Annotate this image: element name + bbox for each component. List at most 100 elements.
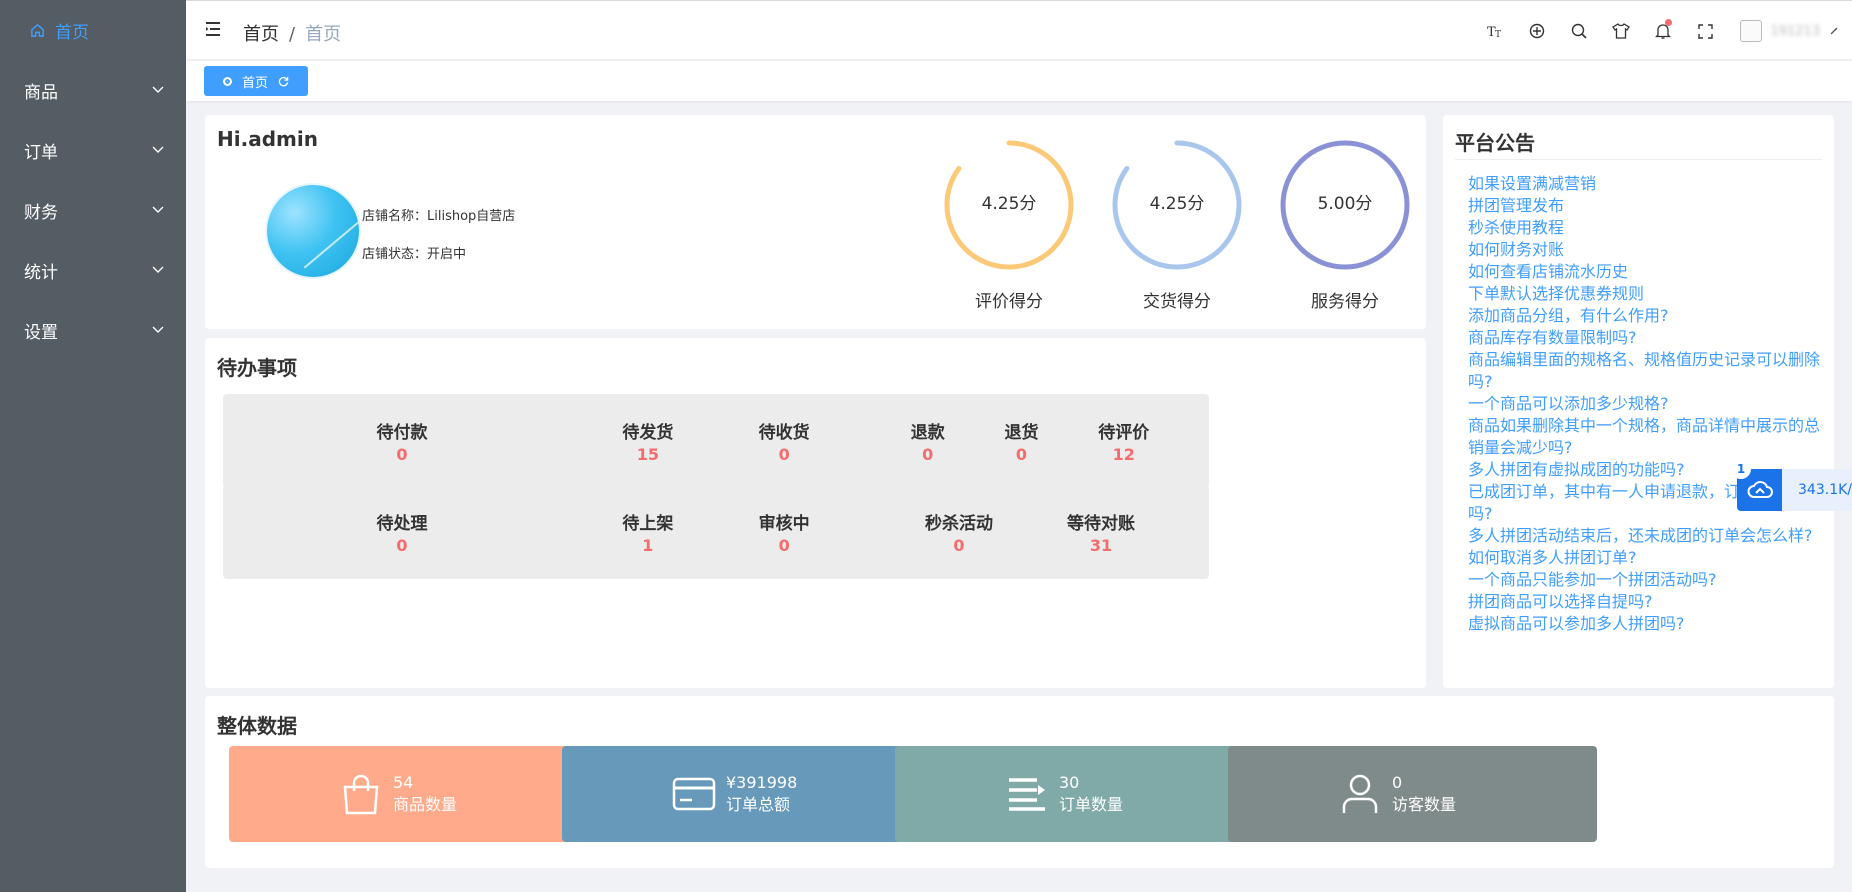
sidebar-item-label: 订单: [24, 142, 58, 163]
score-gauge: 4.25分 评价得分: [925, 137, 1093, 312]
notice-link[interactable]: 一个商品可以添加多少规格?: [1468, 393, 1823, 415]
sidebar-item[interactable]: 订单: [0, 120, 186, 180]
notice-link[interactable]: 添加商品分组，有什么作用?: [1468, 305, 1823, 327]
breadcrumb-root[interactable]: 首页: [243, 24, 279, 45]
bell-icon[interactable]: [1642, 18, 1684, 40]
svg-text:T: T: [1495, 30, 1501, 38]
refresh-icon[interactable]: [278, 76, 289, 87]
todo-item[interactable]: 待处理 0: [377, 509, 428, 555]
notice-link[interactable]: 如何查看店铺流水历史: [1468, 261, 1823, 283]
sidebar-item[interactable]: 设置: [0, 300, 186, 360]
todo-item[interactable]: 退款 0: [911, 418, 945, 464]
menu-toggle-icon[interactable]: [205, 22, 221, 36]
todo-item-label: 审核中: [758, 514, 810, 534]
todo-item[interactable]: 待付款 0: [377, 418, 428, 464]
home-icon: [31, 23, 44, 37]
user-avatar[interactable]: [1740, 20, 1763, 42]
shop-status: 店铺状态：开启中: [362, 247, 467, 262]
chevron-down-icon: [152, 266, 164, 273]
stat-tile: 54 商品数量: [229, 746, 598, 842]
font-size-icon[interactable]: TT: [1474, 24, 1516, 38]
fullscreen-icon[interactable]: [1684, 23, 1726, 39]
stat-label: 商品数量: [393, 795, 458, 814]
floating-download-widget[interactable]: 1 343.1K/: [1731, 459, 1852, 511]
sidebar-item[interactable]: 统计: [0, 240, 186, 300]
stat-tile: 0 访客数量: [1228, 746, 1597, 842]
tag-active-dot: [222, 76, 232, 86]
sidebar-item[interactable]: 财务: [0, 180, 186, 240]
todo-item[interactable]: 等待对账 31: [1067, 509, 1135, 555]
shopping-bag-icon: [339, 773, 383, 815]
todo-item-count: 0: [778, 536, 790, 555]
breadcrumb-separator: /: [289, 24, 296, 45]
todo-item[interactable]: 待收货 0: [759, 418, 810, 464]
user-dropdown-icon[interactable]: [1830, 27, 1838, 35]
widget-badge: 1: [1731, 459, 1751, 479]
notice-link[interactable]: 多人拼团活动结束后，还未成团的订单会怎么样?: [1468, 525, 1823, 547]
todo-item-count: 0: [396, 445, 408, 464]
todo-item[interactable]: 退货 0: [1005, 418, 1039, 464]
todo-box: 待发货 15 待收货 0: [537, 394, 895, 488]
overall-data-card: 整体数据 54 商品数量 ¥391998 订单总额 30 订单数量 0 访客数量: [205, 696, 1834, 868]
sidebar-item-label: 统计: [24, 262, 58, 283]
sidebar-item-label: 财务: [24, 202, 58, 223]
todo-item-label: 待上架: [622, 514, 674, 534]
todo-item-label: 待付款: [376, 423, 428, 443]
todo-item[interactable]: 秒杀活动 0: [925, 509, 993, 555]
todo-item-label: 秒杀活动: [925, 514, 993, 534]
score-value: 5.00分: [1317, 194, 1373, 214]
todo-box: 待处理 0: [223, 485, 581, 579]
todo-item-label: 等待对账: [1067, 514, 1135, 534]
breadcrumb-current: 首页: [305, 24, 342, 45]
sidebar-home-label: 首页: [55, 22, 89, 43]
breadcrumb: 首页 / 首页: [243, 20, 341, 46]
notice-link[interactable]: 如何取消多人拼团订单?: [1468, 547, 1823, 569]
todo-item-label: 待处理: [376, 514, 428, 534]
stat-label: 访客数量: [1392, 795, 1457, 814]
notice-link[interactable]: 下单默认选择优惠券规则: [1468, 283, 1823, 305]
sidebar-item[interactable]: 商品: [0, 60, 186, 120]
notice-link[interactable]: 商品如果删除其中一个规格，商品详情中展示的总销量会减少吗?: [1468, 415, 1823, 459]
chevron-down-icon: [152, 326, 164, 333]
greeting: Hi.admin: [217, 127, 318, 151]
notice-card: 平台公告 如果设置满减营销 拼团管理发布 秒杀使用教程 如何财务对账 如何查看店铺流水历…: [1443, 115, 1834, 688]
todo-item[interactable]: 待上架 1: [622, 509, 673, 555]
todo-box: 退款 0 退货 0 待评价 12: [851, 394, 1209, 488]
notice-link[interactable]: 如何财务对账: [1468, 239, 1823, 261]
tag-home[interactable]: 首页: [204, 66, 308, 96]
todo-box: 秒杀活动 0 等待对账 31: [851, 485, 1209, 579]
overall-title: 整体数据: [217, 714, 297, 738]
todo-item[interactable]: 待发货 15: [622, 418, 673, 464]
stat-tile: 30 订单数量: [895, 746, 1264, 842]
notice-link[interactable]: 秒杀使用教程: [1468, 217, 1823, 239]
shirt-icon[interactable]: [1600, 23, 1642, 39]
notice-link[interactable]: 拼团管理发布: [1468, 195, 1823, 217]
notice-divider: [1455, 159, 1822, 160]
notice-link[interactable]: 虚拟商品可以参加多人拼团吗?: [1468, 613, 1823, 635]
sidebar-item-home[interactable]: 首页: [0, 0, 186, 60]
todo-item-label: 待收货: [758, 423, 810, 443]
notice-link[interactable]: 一个商品只能参加一个拼团活动吗?: [1468, 569, 1823, 591]
todo-item-label: 待发货: [622, 423, 674, 443]
crosshair-icon[interactable]: [1516, 23, 1558, 39]
widget-speed-text: 343.1K/: [1798, 482, 1852, 498]
shop-avatar: [267, 185, 359, 277]
welcome-card: Hi.admin 店铺名称：Lilishop自营店 店铺状态：开启中 4.25分…: [205, 115, 1426, 329]
notice-link[interactable]: 商品库存有数量限制吗?: [1468, 327, 1823, 349]
todo-item-count: 0: [922, 445, 934, 464]
user-icon: [1338, 773, 1382, 815]
score-label: 交货得分: [1143, 292, 1211, 312]
search-icon[interactable]: [1558, 23, 1600, 39]
credit-card-icon: [672, 777, 716, 811]
todo-item-count: 15: [636, 445, 659, 464]
notice-link[interactable]: 如果设置满减营销: [1468, 173, 1823, 195]
todo-item[interactable]: 待评价 12: [1098, 418, 1149, 464]
stat-label: 订单数量: [1059, 795, 1124, 814]
todo-item[interactable]: 审核中 0: [759, 509, 810, 555]
todo-box: 待上架 1 审核中 0: [537, 485, 895, 579]
notice-link[interactable]: 商品编辑里面的规格名、规格值历史记录可以删除吗?: [1468, 349, 1823, 393]
notice-link[interactable]: 拼团商品可以选择自提吗?: [1468, 591, 1823, 613]
sidebar-item-label: 设置: [24, 322, 58, 343]
stat-value: 0: [1392, 773, 1403, 792]
user-name[interactable]: 191213: [1770, 24, 1820, 39]
